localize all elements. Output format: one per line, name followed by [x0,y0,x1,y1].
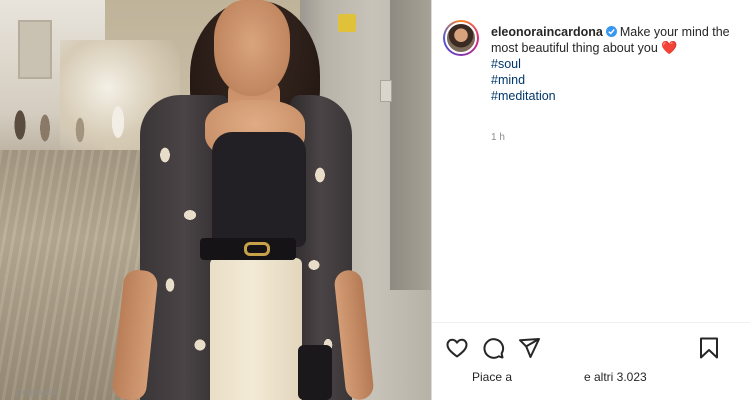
photo-intercom [380,80,392,102]
verified-badge-icon [605,26,617,37]
action-bar: Piace a e altri 3.023 [432,322,750,400]
avatar[interactable] [445,22,477,54]
photo-face [214,0,290,96]
comment-icon[interactable] [481,336,505,360]
username-link[interactable]: eleonoraincardona [491,25,603,39]
heart-emoji: ❤️ [661,40,678,55]
caption-time-ago[interactable]: 1 h [491,132,505,143]
photo-pants [210,258,302,400]
hashtag-soul[interactable]: #soul [491,56,741,72]
post-date[interactable]: 1 ORA FA [14,388,58,398]
photo-sign [338,14,356,32]
hashtag-meditation[interactable]: #meditation [491,88,741,104]
share-icon[interactable] [517,336,541,360]
caption-area: eleonoraincardona Make your mind the most… [432,0,750,322]
photo-bag [298,345,332,400]
hashtag-mind[interactable]: #mind [491,72,741,88]
liked-by-count[interactable]: e altri 3.023 [584,370,647,384]
heart-icon[interactable] [445,336,469,360]
bookmark-icon[interactable] [697,336,721,360]
liked-by-prefix: Piace a [472,370,513,384]
photo-black-top [212,132,306,247]
post-side-panel: eleonoraincardona Make your mind the most… [431,0,750,400]
post-photo[interactable] [0,0,431,400]
photo-wall-edge [390,0,431,290]
post-caption: eleonoraincardona Make your mind the most… [491,24,741,104]
photo-belt-buckle [244,242,270,256]
story-ring-avatar[interactable] [443,20,479,56]
